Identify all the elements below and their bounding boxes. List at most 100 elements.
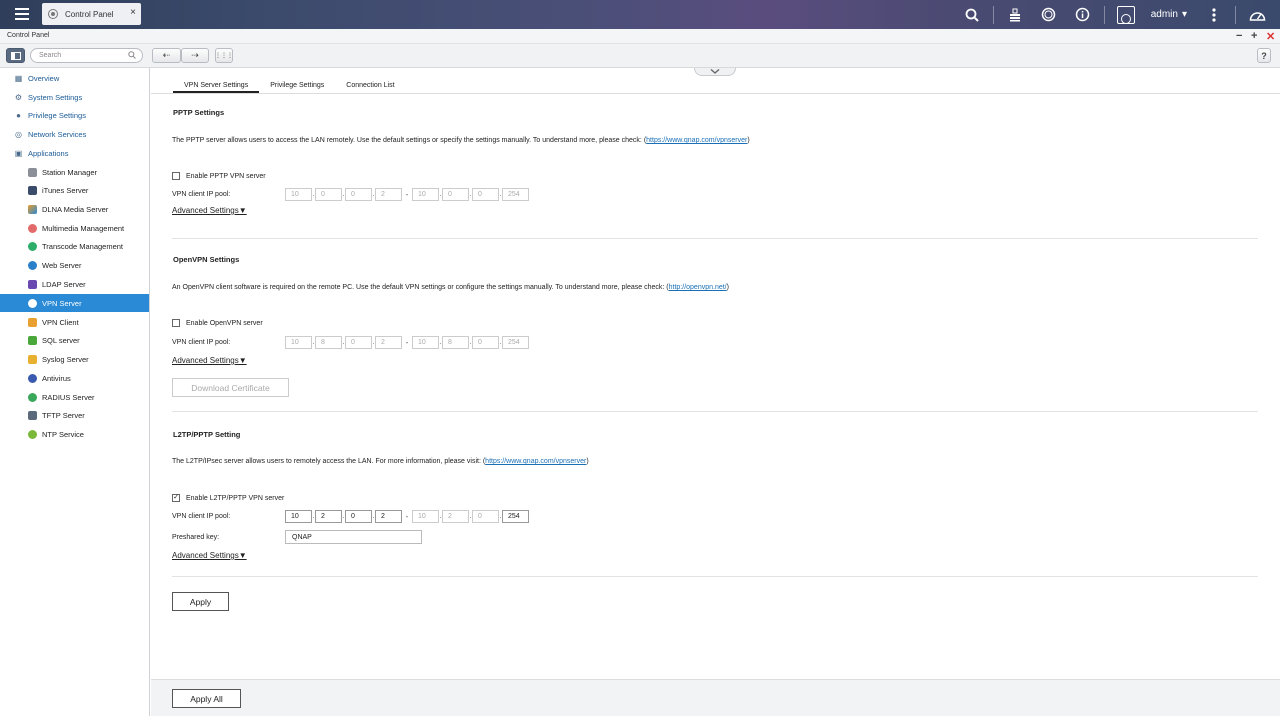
sidebar-item-sql-server[interactable]: SQL server	[0, 331, 149, 349]
sidebar-item-applications[interactable]: ▣ Applications	[0, 144, 149, 162]
sidebar-item-vpn-client[interactable]: VPN Client	[0, 313, 149, 331]
sidebar-item-privilege-settings[interactable]: ● Privilege Settings	[0, 106, 149, 124]
ip-octet-input[interactable]: 2	[375, 188, 402, 201]
sidebar-item-web-server[interactable]: Web Server	[0, 256, 149, 274]
sync-icon[interactable]	[1038, 4, 1060, 26]
sidebar-toggle-button[interactable]	[6, 48, 25, 63]
sidebar-item-label: Station Manager	[42, 167, 98, 177]
ip-octet-input[interactable]: 10	[412, 510, 439, 523]
app-tab-control-panel[interactable]: Control Panel ×	[42, 3, 141, 25]
more-options-icon[interactable]	[1203, 4, 1225, 26]
ip-octet-input[interactable]: 10	[285, 336, 312, 349]
ip-octet-input[interactable]: 0	[345, 188, 372, 201]
ip-octet-input[interactable]: 0	[442, 188, 469, 201]
openvpn-desc-text: An OpenVPN client software is required o…	[172, 284, 669, 291]
sidebar-item-station-manager[interactable]: Station Manager	[0, 163, 149, 181]
grid-view-button[interactable]: ⋮⋮⋮	[215, 48, 233, 63]
ip-octet-input[interactable]: 10	[412, 188, 439, 201]
ip-octet-input[interactable]: 10	[285, 510, 312, 523]
station-manager-icon	[28, 167, 37, 177]
openvpn-pool-label: VPN client IP pool:	[172, 339, 231, 346]
ip-octet-input[interactable]: 254	[502, 510, 529, 523]
preshared-key-label: Preshared key:	[172, 534, 220, 541]
ip-octet-input[interactable]: 2	[442, 510, 469, 523]
close-tab-icon[interactable]: ×	[130, 7, 136, 18]
l2tp-section-title: L2TP/PPTP Setting	[173, 430, 241, 439]
checkbox-label: Enable L2TP/PPTP VPN server	[186, 494, 285, 502]
maximize-button[interactable]: +	[1251, 30, 1257, 42]
sidebar-item-transcode-management[interactable]: Transcode Management	[0, 237, 149, 255]
ip-octet-input[interactable]: 254	[502, 188, 529, 201]
collapse-banner-button[interactable]	[694, 68, 736, 76]
section-divider	[172, 238, 1258, 239]
ip-octet-input[interactable]: 2	[315, 510, 342, 523]
tab-privilege-settings[interactable]: Privilege Settings	[259, 79, 335, 93]
sidebar-item-ldap-server[interactable]: LDAP Server	[0, 275, 149, 293]
sidebar-item-syslog-server[interactable]: Syslog Server	[0, 350, 149, 368]
ip-octet-input[interactable]: 10	[285, 188, 312, 201]
sidebar-item-vpn-server[interactable]: VPN Server	[0, 294, 149, 312]
separator	[1103, 5, 1105, 24]
ip-octet-input[interactable]: 0	[472, 510, 499, 523]
enable-openvpn-checkbox[interactable]: Enable OpenVPN server	[172, 319, 263, 327]
l2tp-advanced-settings-link[interactable]: Advanced Settings▼	[172, 551, 247, 560]
ip-octet-input[interactable]: 8	[315, 336, 342, 349]
ip-octet-input[interactable]: 0	[315, 188, 342, 201]
sidebar-item-network-services[interactable]: ◎ Network Services	[0, 125, 149, 143]
forward-button[interactable]: ⇢	[181, 48, 209, 63]
pptp-advanced-settings-link[interactable]: Advanced Settings▼	[172, 206, 247, 215]
tab-vpn-server-settings[interactable]: VPN Server Settings	[173, 79, 260, 93]
sidebar-item-overview[interactable]: ▦ Overview	[0, 69, 149, 87]
close-window-button[interactable]: ✕	[1266, 30, 1275, 43]
enable-l2tp-checkbox[interactable]: ✓ Enable L2TP/PPTP VPN server	[172, 494, 284, 502]
openvpn-help-link[interactable]: http://openvpn.net/	[669, 284, 727, 291]
preshared-key-input[interactable]: QNAP	[285, 530, 422, 544]
minimize-button[interactable]: −	[1236, 30, 1242, 42]
background-task-icon[interactable]	[1004, 4, 1026, 26]
ip-octet-input[interactable]: 0	[345, 510, 372, 523]
syslog-icon	[28, 354, 37, 364]
search-input[interactable]: Search	[30, 48, 143, 63]
enable-pptp-checkbox[interactable]: Enable PPTP VPN server	[172, 172, 266, 180]
sidebar-item-radius-server[interactable]: RADIUS Server	[0, 388, 149, 406]
back-button[interactable]: ⇠	[152, 48, 181, 63]
search-icon[interactable]	[961, 4, 983, 26]
hamburger-menu-icon[interactable]	[10, 3, 34, 25]
radius-icon	[28, 392, 37, 402]
pptp-help-link[interactable]: https://www.qnap.com/vpnserver	[646, 137, 747, 144]
apply-all-button[interactable]: Apply All	[172, 689, 241, 708]
download-certificate-button[interactable]: Download Certificate	[172, 378, 289, 397]
ip-octet-input[interactable]: 0	[472, 336, 499, 349]
help-button[interactable]: ?	[1257, 48, 1271, 63]
tab-connection-list[interactable]: Connection List	[335, 79, 405, 93]
l2tp-help-link[interactable]: https://www.qnap.com/vpnserver	[485, 458, 586, 465]
sidebar-item-ntp-service[interactable]: NTP Service	[0, 425, 149, 443]
dashboard-gauge-icon[interactable]	[1246, 4, 1268, 26]
window-title-bar: Control Panel − + ✕	[0, 29, 1280, 44]
sidebar-item-label: Antivirus	[42, 373, 71, 383]
l2tp-desc-text: The L2TP/IPsec server allows users to re…	[172, 458, 486, 465]
sidebar-item-system-settings[interactable]: ⚙ System Settings	[0, 88, 149, 106]
info-icon[interactable]	[1072, 4, 1094, 26]
ip-octet-input[interactable]: 0	[472, 188, 499, 201]
ip-octet-input[interactable]: 0	[345, 336, 372, 349]
sidebar-item-multimedia-management[interactable]: Multimedia Management	[0, 219, 149, 237]
user-menu[interactable]: admin ▾	[1116, 5, 1187, 24]
pptp-ip-pool: 10. 0. 0. 2- 10. 0. 0. 254	[285, 188, 529, 201]
ip-octet-input[interactable]: 2	[375, 336, 402, 349]
ip-octet-input[interactable]: 8	[442, 336, 469, 349]
ip-octet-input[interactable]: 254	[502, 336, 529, 349]
openvpn-advanced-settings-link[interactable]: Advanced Settings▼	[172, 356, 247, 365]
sidebar-item-itunes-server[interactable]: iTunes Server	[0, 181, 149, 199]
multimedia-icon	[28, 223, 37, 233]
web-server-icon	[28, 260, 37, 270]
ip-octet-input[interactable]: 10	[412, 336, 439, 349]
sidebar-item-dlna-media-server[interactable]: DLNA Media Server	[0, 200, 149, 218]
apply-button[interactable]: Apply	[172, 592, 229, 611]
ip-octet-input[interactable]: 2	[375, 510, 402, 523]
sidebar-item-tftp-server[interactable]: TFTP Server	[0, 406, 149, 424]
antivirus-icon	[28, 373, 37, 383]
globe-icon: ◎	[15, 129, 22, 139]
sidebar-item-antivirus[interactable]: Antivirus	[0, 369, 149, 387]
sidebar-item-label: Syslog Server	[42, 354, 89, 364]
